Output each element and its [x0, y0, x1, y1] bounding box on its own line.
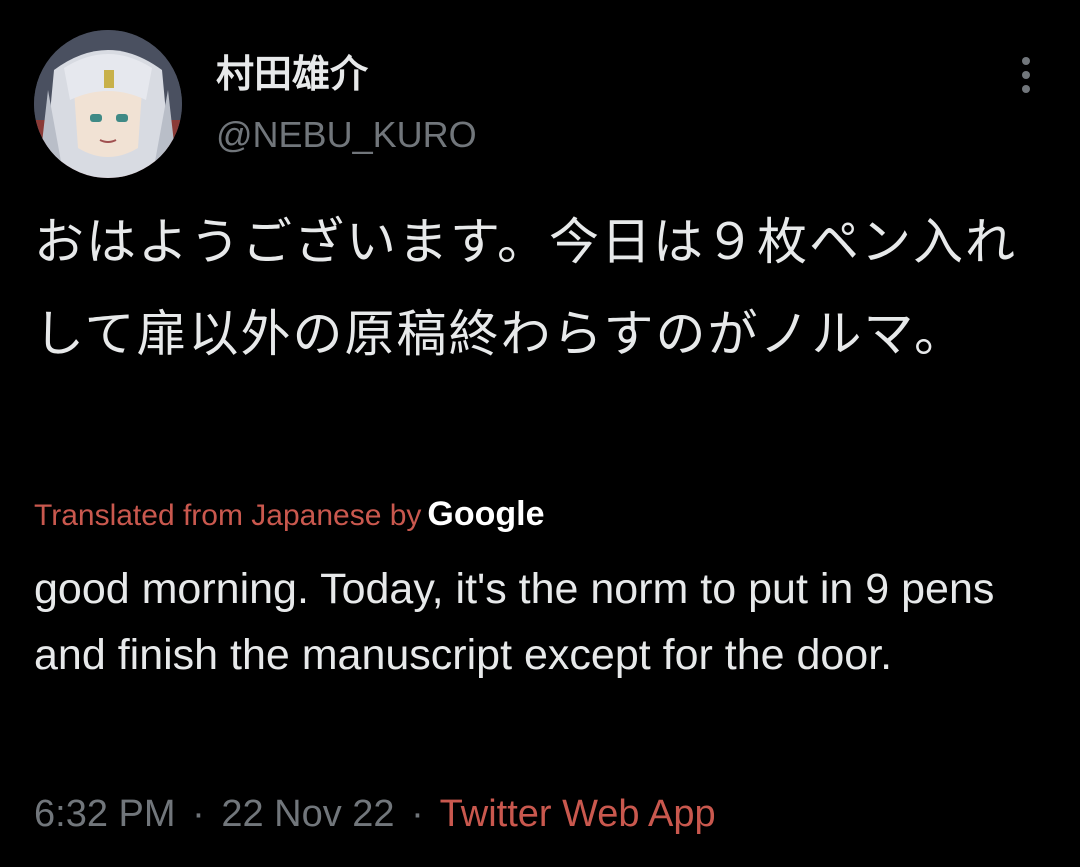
author-display-name[interactable]: 村田雄介 [216, 50, 368, 98]
author-avatar[interactable] [34, 30, 182, 178]
more-vertical-icon [1022, 57, 1030, 93]
tweet-time[interactable]: 6:32 PM [34, 793, 176, 835]
translation-attribution: Translated from Japanese by Google [34, 494, 545, 536]
tweet-source-link[interactable]: Twitter Web App [440, 793, 716, 835]
google-logo: Google [427, 495, 545, 533]
avatar-image [34, 30, 182, 178]
more-options-button[interactable] [1004, 50, 1048, 100]
author-handle[interactable]: @NEBU_KURO [216, 112, 477, 158]
tweet-detail: 村田雄介 @NEBU_KURO おはようございます。今日は９枚ペン入れして扉以外… [0, 0, 1080, 867]
meta-separator: · [411, 793, 424, 835]
tweet-date[interactable]: 22 Nov 22 [221, 793, 394, 835]
meta-separator: · [192, 793, 205, 835]
tweet-metadata: 6:32 PM · 22 Nov 22 · Twitter Web App [34, 790, 716, 838]
translated-tweet-text: good morning. Today, it's the norm to pu… [34, 565, 995, 679]
tweet-text: おはようございます。今日は９枚ペン入れして扉以外の原稿終わらすのがノルマ。 [34, 213, 1017, 363]
translation-label: Translated from Japanese by [34, 499, 422, 532]
